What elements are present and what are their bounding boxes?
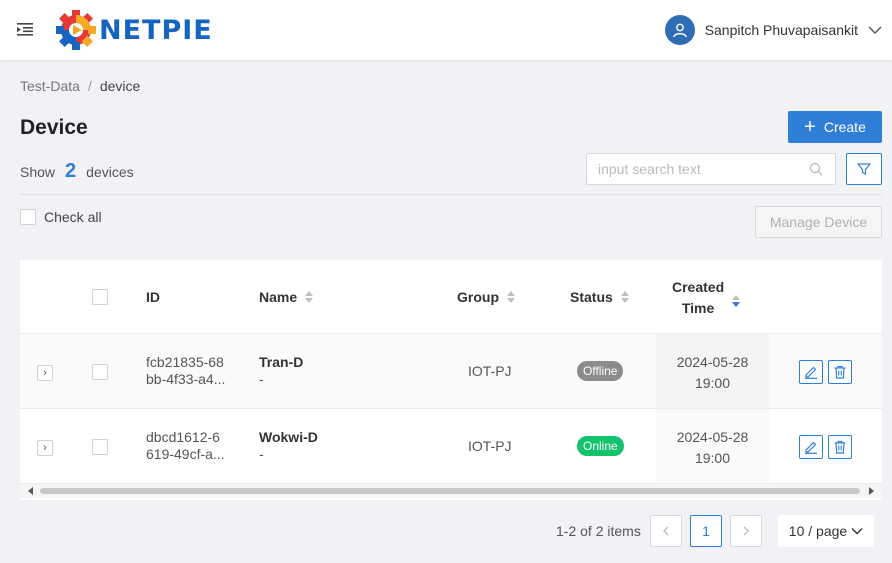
divider: [20, 194, 882, 195]
status-badge: Online: [577, 436, 624, 456]
breadcrumb: Test-Data / device: [20, 78, 140, 94]
device-count-number: 2: [65, 160, 77, 182]
device-name[interactable]: Tran-D: [259, 354, 303, 370]
netpie-logo[interactable]: NETPIE: [55, 9, 213, 51]
expand-row-icon[interactable]: ›: [37, 440, 53, 456]
check-all[interactable]: Check all: [20, 209, 102, 225]
device-id-line1: fcb21835-68: [146, 354, 224, 370]
device-name-cell: Tran-D -: [259, 354, 303, 388]
sort-desc-icon: [732, 295, 741, 307]
search-box: [586, 153, 836, 185]
status-badge: Offline: [577, 361, 624, 381]
trash-icon: [834, 440, 846, 454]
created-clock: 19:00: [694, 450, 731, 466]
manage-device-button[interactable]: Manage Device: [755, 206, 882, 238]
device-group: IOT-PJ: [468, 363, 512, 379]
row-checkbox[interactable]: [92, 364, 108, 380]
column-group-label: Group: [457, 289, 499, 305]
created-time: 2024-05-28 19:00: [656, 352, 769, 394]
table-row: › fcb21835-68 bb-4f33-a4... Tran-D - IOT…: [20, 334, 882, 409]
scroll-right-icon[interactable]: [869, 487, 874, 495]
table-row: › dbcd1612-6 619-49cf-a... Wokwi-D - IOT…: [20, 409, 882, 484]
filter-button[interactable]: [846, 153, 882, 185]
page-title: Device: [20, 116, 88, 139]
page-size-value: 10 / page: [788, 523, 848, 539]
header-checkbox[interactable]: [92, 289, 108, 305]
search-icon[interactable]: [809, 162, 823, 176]
check-all-label: Check all: [44, 209, 102, 225]
scroll-left-icon[interactable]: [28, 487, 33, 495]
delete-button[interactable]: [828, 435, 852, 459]
user-icon: [672, 23, 687, 38]
device-name[interactable]: Wokwi-D: [259, 429, 318, 445]
edit-icon: [805, 441, 817, 454]
created-date: 2024-05-28: [676, 354, 749, 370]
edit-button[interactable]: [799, 435, 823, 459]
page-size-select[interactable]: 10 / page: [778, 515, 874, 547]
user-menu[interactable]: Sanpitch Phuvapaisankit: [664, 0, 892, 60]
device-group: IOT-PJ: [468, 438, 512, 454]
created-clock: 19:00: [694, 375, 731, 391]
table-header: ID Name Group Status Created Time: [20, 260, 882, 334]
device-description: -: [259, 446, 264, 462]
device-id-line2: 619-49cf-a...: [146, 446, 225, 462]
chevron-down-icon: [851, 528, 863, 535]
column-name[interactable]: Name: [259, 289, 314, 305]
prev-page-button[interactable]: [650, 515, 682, 547]
column-created-line2: Time: [681, 300, 715, 316]
chevron-right-icon: [743, 526, 749, 536]
column-created[interactable]: Created Time: [672, 277, 741, 319]
device-id: dbcd1612-6 619-49cf-a...: [146, 429, 236, 463]
sort-icon: [507, 291, 515, 303]
horizontal-scrollbar[interactable]: [20, 484, 882, 498]
edit-icon: [805, 366, 817, 379]
logo-text: NETPIE: [99, 14, 213, 46]
menu-fold-icon[interactable]: [16, 20, 34, 38]
filter-icon: [857, 163, 871, 175]
create-button[interactable]: + Create: [788, 111, 882, 143]
create-label: Create: [823, 119, 866, 135]
device-id-line1: dbcd1612-6: [146, 429, 220, 445]
sort-icon: [305, 291, 314, 303]
created-time: 2024-05-28 19:00: [656, 427, 769, 469]
column-group[interactable]: Group: [457, 289, 515, 305]
column-name-label: Name: [259, 289, 298, 305]
device-table: ID Name Group Status Created Time › fcb2…: [20, 260, 882, 500]
devices-label: devices: [86, 164, 134, 180]
expand-row-icon[interactable]: ›: [37, 365, 53, 381]
gear-logo-icon: [56, 10, 96, 50]
device-id: fcb21835-68 bb-4f33-a4...: [146, 354, 236, 388]
pagination-total: 1-2 of 2 items: [556, 523, 641, 539]
breadcrumb-separator: /: [87, 78, 92, 94]
chevron-left-icon: [663, 526, 669, 536]
search-input[interactable]: [587, 154, 797, 184]
trash-icon: [834, 365, 846, 379]
breadcrumb-parent[interactable]: Test-Data: [20, 78, 80, 94]
breadcrumb-current: device: [99, 78, 141, 94]
device-description: -: [259, 371, 264, 387]
scrollbar-thumb[interactable]: [40, 488, 860, 494]
page-button-1[interactable]: 1: [690, 515, 722, 547]
column-status[interactable]: Status: [570, 289, 629, 305]
check-all-checkbox[interactable]: [20, 209, 36, 225]
column-status-label: Status: [570, 289, 613, 305]
device-name-cell: Wokwi-D -: [259, 429, 318, 463]
top-header: NETPIE Sanpitch Phuvapaisankit: [0, 0, 892, 60]
avatar: [664, 15, 695, 45]
created-date: 2024-05-28: [676, 429, 749, 445]
row-checkbox[interactable]: [92, 439, 108, 455]
edit-button[interactable]: [799, 360, 823, 384]
next-page-button[interactable]: [730, 515, 762, 547]
plus-icon: +: [804, 116, 816, 138]
show-label: Show: [20, 164, 56, 180]
chevron-down-icon: [868, 26, 882, 34]
device-count: Show 2 devices: [20, 160, 134, 183]
column-id: ID: [146, 289, 160, 305]
device-id-line2: bb-4f33-a4...: [146, 371, 226, 387]
column-created-label: Created Time: [672, 277, 724, 319]
sort-icon: [620, 291, 629, 303]
user-name: Sanpitch Phuvapaisankit: [704, 22, 858, 38]
column-created-line1: Created: [672, 279, 725, 295]
delete-button[interactable]: [828, 360, 852, 384]
